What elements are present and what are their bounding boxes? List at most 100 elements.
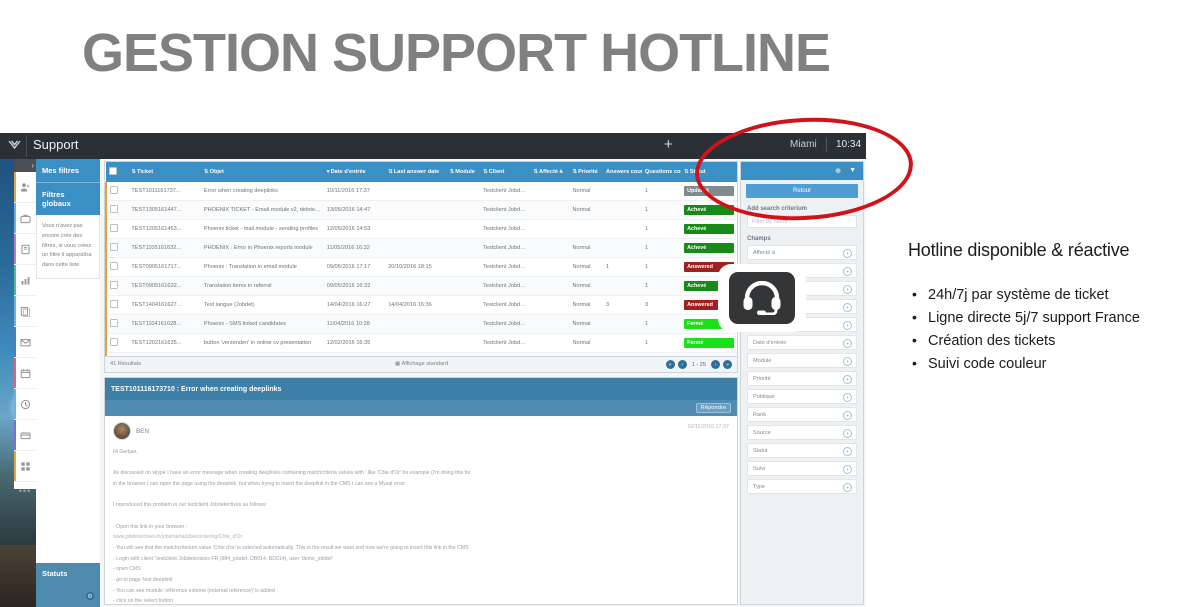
table-row[interactable]: TEST1202161635... button 'verzenden' in o… [105,333,737,353]
cell-priorite [569,219,603,239]
row-checkbox[interactable] [105,182,129,201]
my-filters-header[interactable]: Mes filtres [36,159,100,182]
rail-more-button[interactable]: ••• [14,482,36,500]
cell-questions: 1 [642,238,682,258]
rail-item-jobs[interactable] [14,203,36,234]
gear-icon[interactable]: ⚙ [86,592,94,600]
plus-circle-icon[interactable]: + [843,285,852,294]
column-ticket[interactable]: ⇅Ticket [128,162,201,182]
criteria-field-source[interactable]: Source + [747,425,857,440]
statuts-panel[interactable]: Statuts ⚙ [36,563,100,607]
plus-circle-icon[interactable]: + [843,465,852,474]
rail-item-library[interactable] [14,234,36,265]
cell-objet: Phoenix ticket - mail module - sending p… [200,219,324,239]
plus-circle-icon[interactable]: + [843,267,852,276]
sort-icon: ⇅ [684,169,689,175]
criteria-field-priorit[interactable]: Priorité + [747,371,857,386]
rail-item-apps[interactable] [14,451,36,482]
table-row[interactable]: TEST1011161737... Error when creating dee… [105,182,737,201]
plus-circle-icon[interactable]: + [843,321,852,330]
last-page-icon[interactable]: » [723,360,732,369]
checkbox-icon[interactable] [110,300,118,308]
column-answers-count[interactable]: Answers count [602,162,643,182]
prev-page-icon[interactable]: ‹ [677,360,687,369]
select-all-checkbox-cell[interactable] [106,162,129,182]
display-mode[interactable]: ▦ Affichage standard [395,361,448,367]
plus-circle-icon[interactable]: + [843,411,852,420]
checkbox-icon[interactable] [110,262,118,270]
checkbox-icon[interactable] [109,167,117,175]
column-client[interactable]: ⇅Client [480,162,531,182]
criteria-field-statut[interactable]: Statut + [747,443,857,458]
checkbox-icon[interactable] [110,281,118,289]
column-date-entree[interactable]: ▾Date d'entrée [323,162,386,182]
cell-priorite: Normal [569,314,603,334]
plus-circle-icon[interactable]: + [843,447,852,456]
column-priorite[interactable]: ⇅Priorité [569,162,603,182]
table-row[interactable]: TEST1104161028... Phoenix - SMS linked ca… [105,314,737,334]
chevron-right-icon[interactable]: › [14,159,36,172]
rail-item-mail[interactable] [14,327,36,358]
table-row[interactable]: TEST0905161717... Phoenix : Translation i… [105,257,737,277]
column-module[interactable]: ⇅Module [446,162,481,182]
sort-icon: ⇅ [131,169,137,175]
add-button[interactable]: + [664,136,673,153]
rail-item-users[interactable] [14,172,36,203]
column-questions-count[interactable]: Questions count [642,162,682,182]
table-row[interactable]: TEST1205161453... Phoenix ticket - mail m… [105,219,737,239]
cell-objet: Phoenix - SMS linked candidates [200,314,324,334]
plus-circle-icon[interactable]: + [843,339,852,348]
criteria-field-publique[interactable]: Publique + [747,389,857,404]
row-checkbox[interactable] [105,257,129,277]
criteria-field-affect[interactable]: Affecté à + [747,245,857,260]
next-page-icon[interactable]: › [711,360,720,369]
rail-item-calendar[interactable] [14,358,36,389]
reply-button[interactable]: Répondre [695,403,731,413]
row-checkbox[interactable] [105,200,129,220]
plus-circle-icon[interactable]: + [843,429,852,438]
plus-circle-icon[interactable]: + [843,303,852,312]
table-row[interactable]: TEST1105161632... PHOENIX : Error in Phoe… [105,238,737,258]
plus-circle-icon[interactable]: + [843,249,852,258]
cell-priorite: Normal [569,257,603,277]
checkbox-icon[interactable] [110,319,118,327]
plus-circle-icon[interactable]: + [843,393,852,402]
rail-item-reports[interactable] [14,265,36,296]
column-objet[interactable]: ⇅Objet [200,162,324,182]
row-checkbox[interactable] [105,314,129,334]
column-last-answer-date[interactable]: ⇅Last answer date [385,162,447,182]
row-checkbox[interactable] [105,219,129,239]
rail-item-timesheet[interactable] [14,389,36,420]
criteria-field-rank[interactable]: Rank + [747,407,857,422]
rail-item-cards[interactable] [14,420,36,451]
checkbox-icon[interactable] [110,186,118,194]
app-logo-icon[interactable] [4,137,24,155]
plus-circle-icon[interactable]: + [843,375,852,384]
cell-statut: Fermé [681,333,737,353]
row-checkbox[interactable] [105,276,129,296]
global-filters-header[interactable]: Filtres globaux [36,182,100,215]
rail-item-documents[interactable] [14,296,36,327]
column-affecte-a[interactable]: ⇅Affecté à [530,162,570,182]
row-checkbox[interactable] [105,238,129,258]
first-page-icon[interactable]: « [665,360,675,369]
checkbox-icon[interactable] [110,224,118,232]
criteria-field-type[interactable]: Type + [747,479,857,494]
sort-icon: ⇅ [533,169,539,175]
criteria-field-date-d-entr-e[interactable]: Date d'entrée + [747,335,857,350]
criteria-field-suivi[interactable]: Suivi + [747,461,857,476]
table-row[interactable]: TEST0905161632... Translation items in re… [105,276,737,296]
checkbox-icon[interactable] [110,338,118,346]
checkbox-icon[interactable] [110,243,118,251]
row-checkbox[interactable] [105,295,129,315]
cell-affecte [530,276,570,296]
checkbox-icon[interactable] [110,205,118,213]
plus-circle-icon[interactable]: + [843,483,852,492]
criteria-field-label: Type [753,483,766,490]
plus-circle-icon[interactable]: + [843,357,852,366]
table-row[interactable]: TEST1404161627... Test langue (Jobdet) 14/… [105,295,737,315]
criteria-field-label: Publique [753,393,775,400]
criteria-field-module[interactable]: Module + [747,353,857,368]
row-checkbox[interactable] [105,333,129,353]
table-row[interactable]: TEST1305161447... PHOENIX TICKET - Email … [105,200,737,220]
